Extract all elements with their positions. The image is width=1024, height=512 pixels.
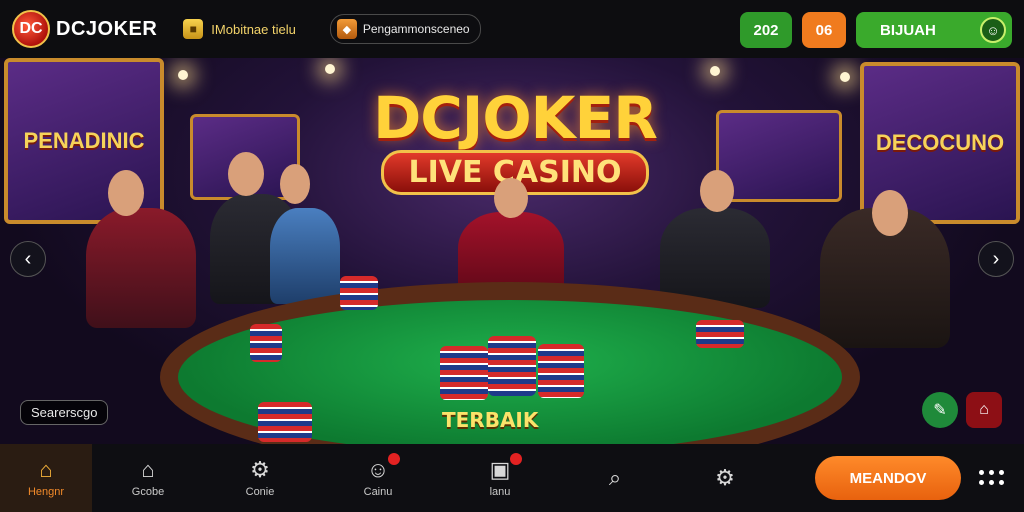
player-head <box>280 164 310 204</box>
spotlight <box>325 64 335 74</box>
hero-title: DCJOKER <box>373 84 658 152</box>
chest-icon: ◆ <box>336 19 357 39</box>
next-slide-button[interactable]: › <box>978 241 1014 277</box>
nav-item-label: lanu <box>489 486 511 498</box>
nav-item-label: Gcobe <box>131 486 165 498</box>
search-icon: ⌕ <box>608 465 622 490</box>
nav-item-building[interactable]: ⌂ Gcobe <box>92 444 204 512</box>
player-head <box>872 190 908 236</box>
chip-stack <box>488 336 536 396</box>
home-icon: ⌂ <box>39 457 53 482</box>
menu-icon[interactable] <box>978 464 1004 490</box>
edit-icon[interactable]: ✎ <box>922 392 958 428</box>
nav-link-2-label: Pengammonsceneo <box>362 22 470 36</box>
notification-dot <box>510 453 522 465</box>
header-chip-2[interactable]: 06 <box>802 12 846 48</box>
notification-dot <box>388 453 400 465</box>
prev-slide-button[interactable]: ‹ <box>10 241 46 277</box>
nav-item-user[interactable]: ☺ Cainu <box>316 444 440 512</box>
top-bar: DC DCJOKER ■ IMobitnae tielu ◆ Pengammon… <box>0 0 1024 58</box>
header-cta-label: BIJUAH <box>880 21 936 39</box>
hero-banner[interactable]: PENADINIC DECOCUNO DCJOKER LIVE CASINO T… <box>0 58 1024 444</box>
header-cta-button[interactable]: BIJUAH ☺ <box>856 12 1012 48</box>
settings-icon: ⚙ <box>715 465 735 490</box>
nav-item-label: Cainu <box>363 486 393 498</box>
center-right-poster <box>716 110 842 202</box>
bottom-nav: ⌂ Hengnr ⌂ Gcobe ⚙ Conie ☺ Cainu ▣ lanu … <box>0 444 1024 512</box>
user-icon: ☺ <box>366 457 390 482</box>
gift-icon: ■ <box>183 19 204 39</box>
header-actions: 202 06 BIJUAH ☺ <box>740 12 1012 48</box>
hero-tag[interactable]: Searerscgo <box>20 400 109 425</box>
chip-stack <box>696 320 744 348</box>
brand-name: DCJOKER <box>56 17 158 40</box>
menu-dot <box>989 470 994 475</box>
nav-item-gear[interactable]: ⚙ Conie <box>204 444 316 512</box>
page: DC DCJOKER ■ IMobitnae tielu ◆ Pengammon… <box>0 0 1024 512</box>
spotlight <box>710 66 720 76</box>
menu-dot <box>979 470 984 475</box>
nav-link-1[interactable]: ■ IMobitnae tielu <box>183 19 296 39</box>
gear-icon: ⚙ <box>250 457 270 482</box>
logo-mark-icon: DC <box>12 10 50 48</box>
menu-dot <box>979 480 984 485</box>
nav-item-search[interactable]: ⌕ <box>560 444 670 512</box>
nav-item-image[interactable]: ▣ lanu <box>440 444 560 512</box>
brand-logo[interactable]: DC DCJOKER <box>12 10 157 48</box>
image-icon: ▣ <box>489 457 511 482</box>
nav-item-label: Hengnr <box>27 486 65 498</box>
menu-dot <box>999 480 1004 485</box>
chip-stack <box>250 324 282 362</box>
home-icon[interactable]: ⌂ <box>966 392 1002 428</box>
bottom-cta-button[interactable]: MEANDOV <box>815 456 961 500</box>
nav-item-label: Conie <box>245 486 275 498</box>
player-figure <box>86 208 196 328</box>
spotlight <box>178 70 188 80</box>
nav-item-settings[interactable]: ⚙ <box>670 444 780 512</box>
menu-dot <box>999 470 1004 475</box>
spotlight <box>840 72 850 82</box>
nav-link-2[interactable]: ◆ Pengammonsceneo <box>329 14 481 44</box>
player-head <box>228 152 264 196</box>
dealer-head <box>494 178 528 218</box>
nav-link-1-label: IMobitnae tielu <box>211 21 296 37</box>
chip-stack <box>340 276 378 310</box>
header-chip-1[interactable]: 202 <box>740 12 792 48</box>
player-head <box>700 170 734 212</box>
chip-stack <box>258 402 312 442</box>
nav-item-home[interactable]: ⌂ Hengnr <box>0 444 92 512</box>
player-figure <box>270 208 340 304</box>
chip-stack <box>440 346 488 400</box>
chip-stack <box>538 344 584 398</box>
user-icon: ☺ <box>980 17 1006 43</box>
menu-dot <box>989 480 994 485</box>
player-head <box>108 170 144 216</box>
table-label: TERBAIK <box>442 408 539 432</box>
building-icon: ⌂ <box>141 457 155 482</box>
